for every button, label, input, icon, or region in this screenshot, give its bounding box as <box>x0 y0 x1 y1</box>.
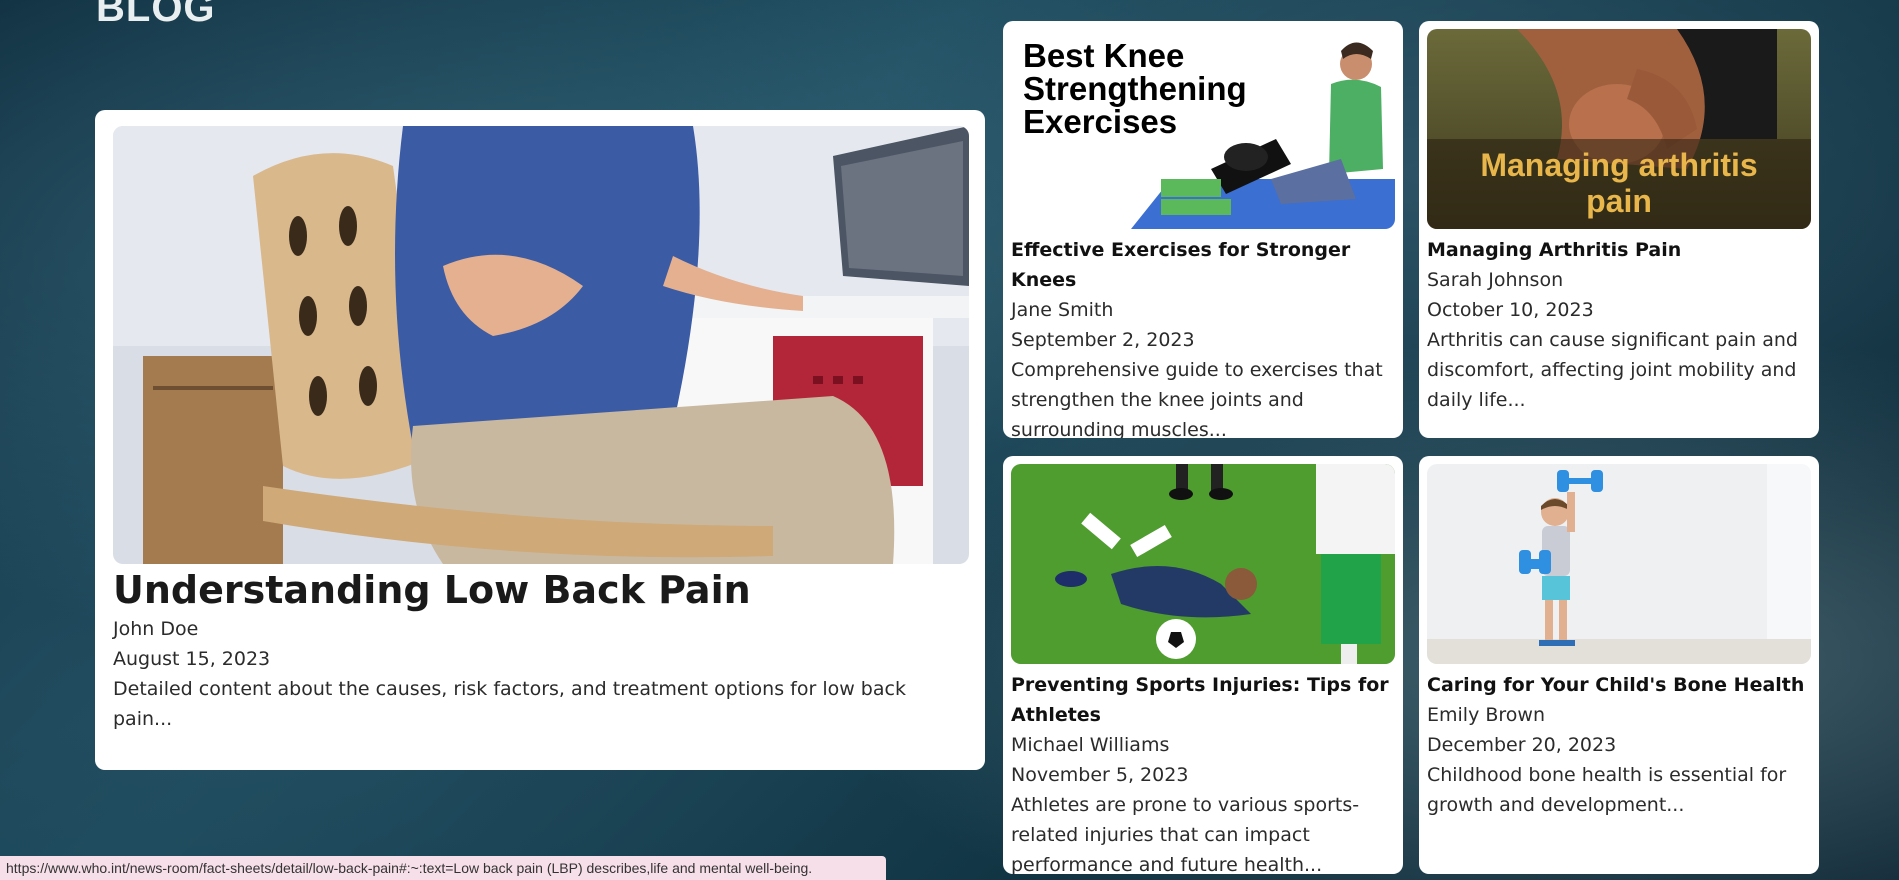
post-author-child-bone-health: Emily Brown <box>1427 704 1545 726</box>
arthritis-image-text-line2: pain <box>1586 183 1652 219</box>
post-author-sports-injuries: Michael Williams <box>1011 734 1170 756</box>
post-card-sports-injuries[interactable]: Preventing Sports Injuries: Tips for Ath… <box>1003 456 1403 874</box>
post-title-sports-injuries[interactable]: Preventing Sports Injuries: Tips for Ath… <box>1011 670 1395 730</box>
post-card-arthritis[interactable]: Managing arthritis pain Managing Arthrit… <box>1419 21 1819 438</box>
featured-post-title[interactable]: Understanding Low Back Pain <box>113 568 967 614</box>
featured-post-excerpt: Detailed content about the causes, risk … <box>113 677 906 730</box>
post-excerpt-child-bone-health: Childhood bone health is essential for g… <box>1427 764 1787 816</box>
post-date-sports-injuries: November 5, 2023 <box>1011 764 1189 786</box>
featured-post-author: John Doe <box>113 617 199 640</box>
post-author-knees: Jane Smith <box>1011 299 1114 321</box>
post-excerpt-knees: Comprehensive guide to exercises that st… <box>1011 359 1383 438</box>
post-date-arthritis: October 10, 2023 <box>1427 299 1594 321</box>
post-card-child-bone-health[interactable]: Caring for Your Child's Bone Health Emil… <box>1419 456 1819 874</box>
page-heading: BLOG <box>96 0 216 30</box>
knees-image-text-line1: Best Knee <box>1023 37 1185 74</box>
post-card-knees[interactable]: Best Knee Strengthening Exercises Effect… <box>1003 21 1403 438</box>
link-preview-status-bar: https://www.who.int/news-room/fact-sheet… <box>0 856 886 880</box>
knees-image-text-line2: Strengthening <box>1023 70 1247 107</box>
featured-post-date: August 15, 2023 <box>113 647 271 670</box>
post-title-child-bone-health[interactable]: Caring for Your Child's Bone Health <box>1427 670 1811 700</box>
post-image-arthritis[interactable]: Managing arthritis pain <box>1427 29 1811 229</box>
post-title-knees[interactable]: Effective Exercises for Stronger Knees <box>1011 235 1395 295</box>
post-title-arthritis[interactable]: Managing Arthritis Pain <box>1427 235 1811 265</box>
post-image-knees[interactable]: Best Knee Strengthening Exercises <box>1011 29 1395 229</box>
post-excerpt-sports-injuries: Athletes are prone to various sports-rel… <box>1011 794 1360 874</box>
post-author-arthritis: Sarah Johnson <box>1427 269 1564 291</box>
post-date-child-bone-health: December 20, 2023 <box>1427 734 1617 756</box>
post-image-child-bone-health[interactable] <box>1427 464 1811 664</box>
post-excerpt-arthritis: Arthritis can cause significant pain and… <box>1427 329 1798 411</box>
post-image-sports-injuries[interactable] <box>1011 464 1395 664</box>
post-date-knees: September 2, 2023 <box>1011 329 1195 351</box>
arthritis-image-text-line1: Managing arthritis <box>1480 147 1758 183</box>
knees-image-text-line3: Exercises <box>1023 103 1178 140</box>
featured-post-card[interactable]: Understanding Low Back Pain John Doe Aug… <box>95 110 985 770</box>
featured-post-image[interactable] <box>113 126 969 564</box>
